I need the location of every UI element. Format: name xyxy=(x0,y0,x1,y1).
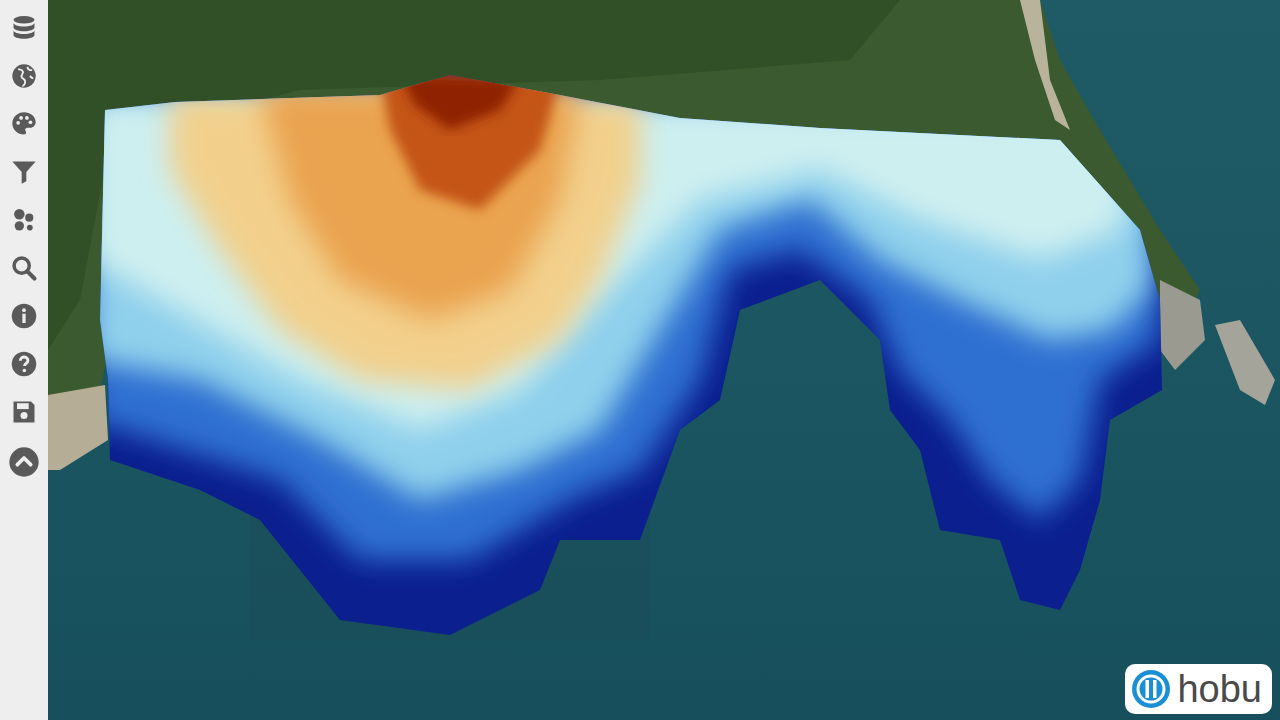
collapse-icon[interactable] xyxy=(8,446,40,478)
hobu-logo[interactable]: hobu xyxy=(1125,664,1272,714)
map-view[interactable]: hobu xyxy=(48,0,1280,720)
cluster-icon[interactable] xyxy=(10,206,38,234)
point-cloud-map[interactable] xyxy=(48,0,1280,720)
logo-text: hobu xyxy=(1177,667,1262,711)
help-icon[interactable] xyxy=(10,350,38,378)
database-icon[interactable] xyxy=(10,14,38,42)
hobu-mark-icon xyxy=(1131,669,1171,709)
palette-icon[interactable] xyxy=(10,110,38,138)
search-icon[interactable] xyxy=(10,254,38,282)
globe-icon[interactable] xyxy=(10,62,38,90)
viewer: hobu xyxy=(0,0,1280,720)
save-icon[interactable] xyxy=(10,398,38,426)
sidebar xyxy=(0,0,48,720)
info-icon[interactable] xyxy=(10,302,38,330)
filter-icon[interactable] xyxy=(10,158,38,186)
